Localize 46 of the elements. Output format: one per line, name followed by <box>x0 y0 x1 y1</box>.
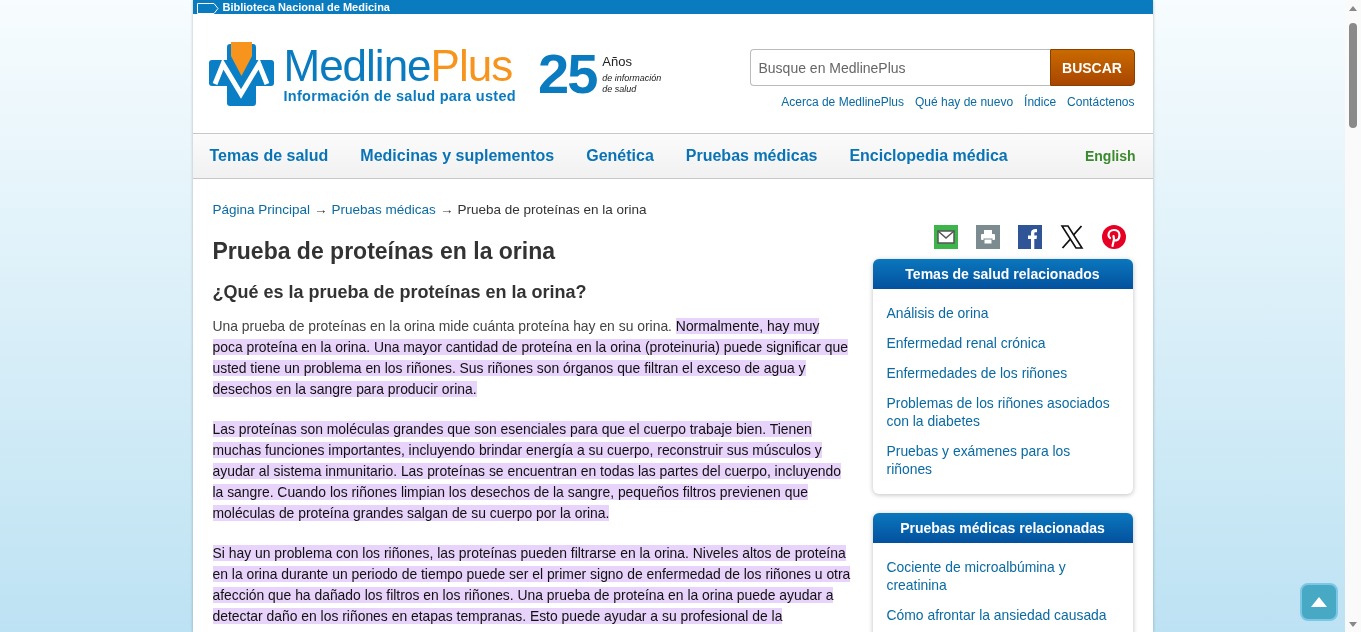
breadcrumb-link[interactable]: Página Principal <box>212 201 311 218</box>
x-icon[interactable] <box>1059 225 1084 249</box>
page-title: Prueba de proteínas en la orina <box>212 237 557 265</box>
logo-icon <box>208 42 274 106</box>
breadcrumb-link[interactable]: Pruebas médicas <box>331 201 436 218</box>
section-heading: ¿Qué es la prueba de proteínas en la orina? <box>212 281 588 303</box>
header-link[interactable]: Qué hay de nuevo <box>915 95 1014 109</box>
nav-link[interactable]: Enciclopedia médica <box>849 147 1008 165</box>
nav-link[interactable]: Pruebas médicas <box>685 147 818 165</box>
header-link[interactable]: Índice <box>1024 95 1057 109</box>
pinterest-icon[interactable] <box>1101 225 1126 249</box>
search-field[interactable]: Busque en MedlinePlus <box>749 49 1050 86</box>
nav-link[interactable]: Genética <box>586 147 654 165</box>
breadcrumb-separator: → <box>439 201 454 218</box>
nav-link[interactable]: Medicinas y suplementos <box>360 147 555 165</box>
logo-wordmark[interactable]: MedlinePlus <box>283 44 516 88</box>
back-to-top-button[interactable] <box>1300 583 1338 621</box>
card-title: Pruebas médicas relacionadas <box>872 513 1133 543</box>
card-title: Temas de salud relacionados <box>872 259 1133 289</box>
anniversary-caption: de información de salud <box>602 72 663 95</box>
related-link[interactable]: Enfermedad renal crónica <box>886 334 1119 352</box>
top-bar-label: Biblioteca Nacional de Medicina <box>222 1 390 14</box>
language-link[interactable]: English <box>1084 148 1136 164</box>
anniversary-number: 25 <box>538 46 597 102</box>
nih-logo-icon <box>196 3 219 14</box>
up-arrow-icon <box>1311 597 1327 607</box>
related-link[interactable]: Pruebas y exámenes para los riñones <box>886 442 1119 478</box>
header-link[interactable]: Acerca de MedlinePlus <box>781 95 904 109</box>
related-link[interactable]: Cómo afrontar la ansiedad causada <box>886 606 1119 624</box>
email-icon[interactable] <box>933 225 958 249</box>
nav-link[interactable]: Temas de salud <box>209 147 329 165</box>
search-button[interactable]: BUSCAR <box>1049 49 1135 86</box>
paragraph: Una prueba de proteínas en la orina mide cuánta proteína hay en su orina. Normalmente, hay muy poca proteína en la orina. Una mayor cantidad de proteína en la orina (proteinuria) puede significar que usted tiene un problema en los riñones. Sus riñones son órganos que filtran el exceso de agua y desechos en la sangre para producir orina. <box>212 317 850 399</box>
related-link[interactable]: Problemas de los riñones asociados con la diabetes <box>886 394 1119 430</box>
print-icon[interactable] <box>975 225 1000 249</box>
logo-tagline: Información de salud para usted <box>283 88 516 104</box>
anniversary-label: Años <box>602 53 633 69</box>
facebook-icon[interactable] <box>1017 225 1042 249</box>
header-link[interactable]: Contáctenos <box>1067 95 1135 109</box>
related-link[interactable]: Cociente de microalbúmina y creatinina <box>886 558 1119 594</box>
paragraph: Las proteínas son moléculas grandes que son esenciales para que el cuerpo trabaje bien. Tienen muchas funciones importantes, incluyendo brindar energía a su cuerpo, reconstruir sus músculos y ayudar al sistema inmunitario. Las proteínas se encuentran en todas las partes del cuerpo, incluyendo la sangre. Cuando los riñones limpian los desechos de la sangre, pequeños filtros previenen que moléculas de proteína grandes salgan de su cuerpo por la orina. <box>212 420 843 523</box>
breadcrumb-current: Prueba de proteínas en la orina <box>457 201 647 218</box>
paragraph: Si hay un problema con los riñones, las proteínas pueden filtrarse en la orina. Niveles altos de proteína en la orina durante un periodo de tiempo puede ser el primer signo de enfermedad de los riñones u otra afección que ha dañado los filtros en los riñones. Una prueba de proteína en la orina puede ayudar a detectar daño en los riñones en etapas tempranas. Esto puede ayudar a su profesional de la <box>212 544 852 626</box>
related-link[interactable]: Análisis de orina <box>886 304 1119 322</box>
related-link[interactable]: Enfermedades de los riñones <box>886 364 1119 382</box>
breadcrumb-separator: → <box>314 201 328 218</box>
